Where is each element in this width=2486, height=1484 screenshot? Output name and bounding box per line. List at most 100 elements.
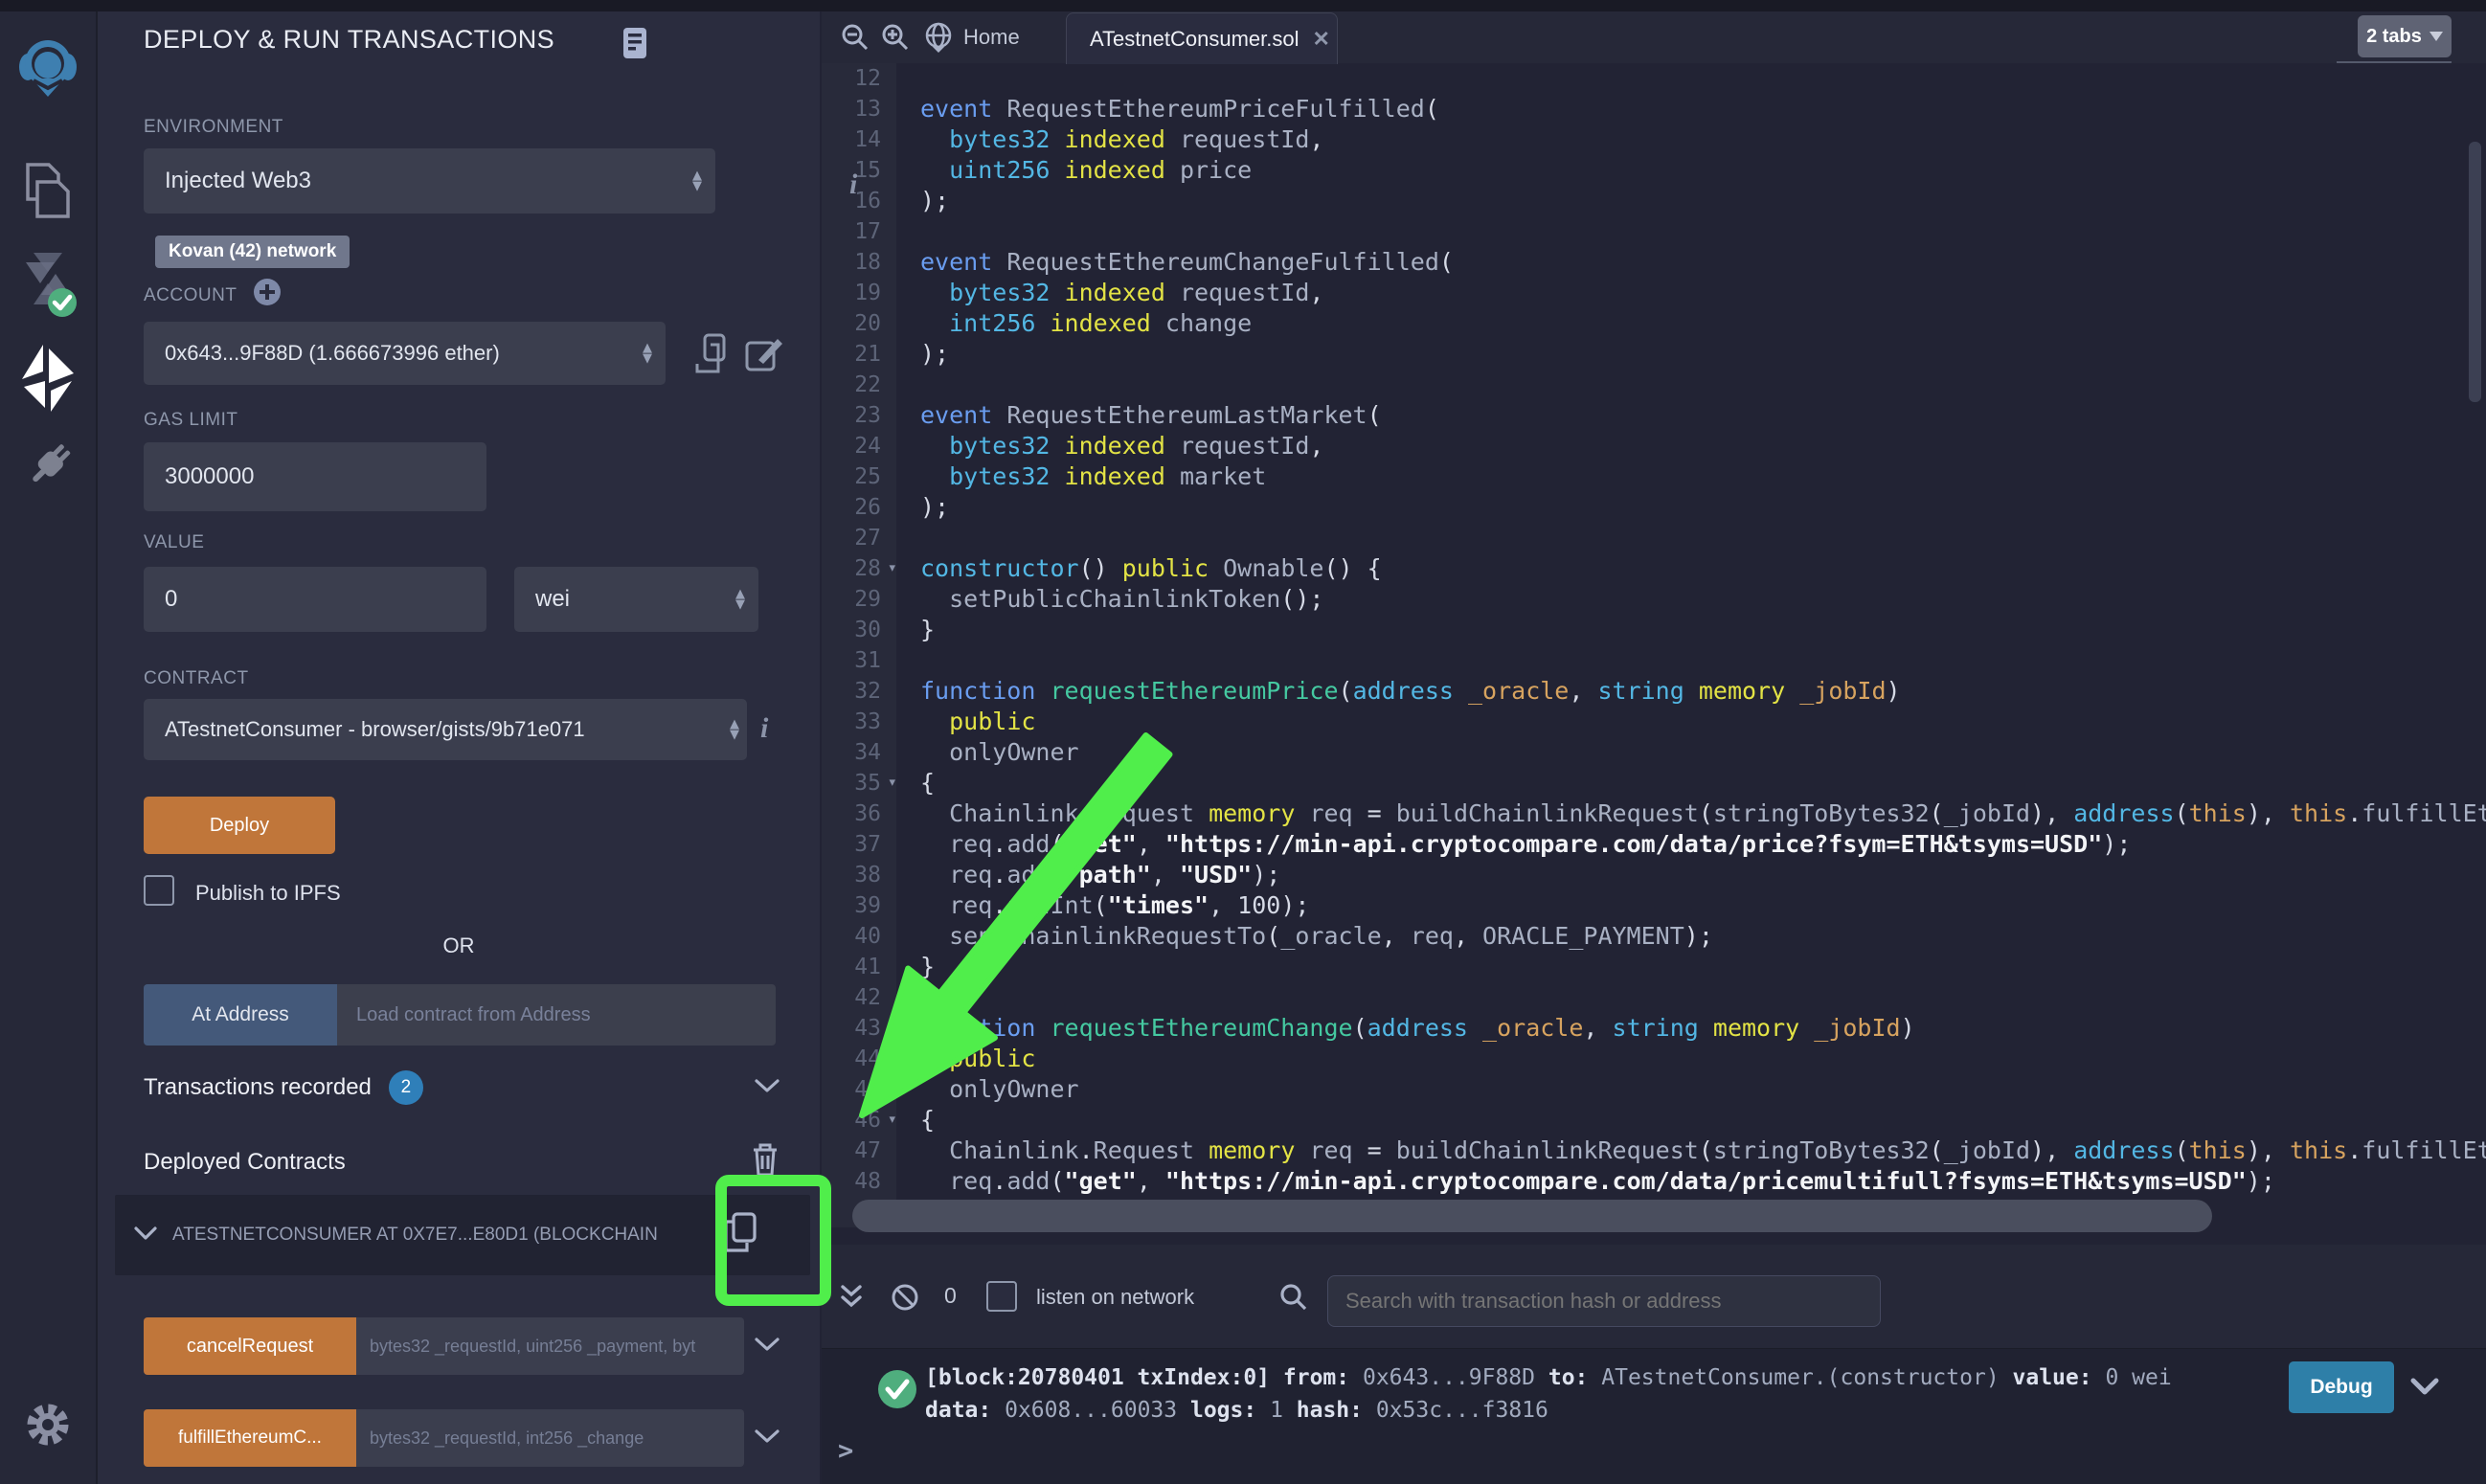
code-line[interactable]: 42 (822, 982, 2486, 1013)
deployed-contracts-label: Deployed Contracts (144, 1149, 346, 1176)
tab-atestnetconsumer[interactable]: ATestnetConsumer.sol ✕ (1066, 12, 1338, 64)
code-line[interactable]: 47 Chainlink.Request memory req = buildC… (822, 1135, 2486, 1166)
code-line[interactable]: 39 req.addInt("times", 100); (822, 890, 2486, 921)
expand-log-chevron-icon[interactable] (2409, 1377, 2440, 1401)
contract-info-icon[interactable]: i (760, 712, 768, 745)
trash-icon[interactable] (750, 1141, 780, 1182)
file-explorer-icon[interactable] (0, 161, 96, 220)
code-line[interactable]: 30} (822, 615, 2486, 645)
value-unit: wei (514, 586, 570, 613)
code-line[interactable]: 32function requestEthereumPrice(address … (822, 676, 2486, 707)
tabs-count-dropdown[interactable]: 2 tabs (2358, 15, 2452, 57)
deploy-button[interactable]: Deploy (144, 797, 335, 854)
transactions-recorded-label: Transactions recorded (144, 1074, 372, 1101)
code-line[interactable]: 12 (822, 63, 2486, 94)
tabs-count-label: 2 tabs (2366, 26, 2422, 48)
code-lines[interactable]: 1213event RequestEthereumPriceFulfilled(… (822, 63, 2486, 1247)
listen-network-checkbox[interactable] (986, 1281, 1017, 1312)
tab-home[interactable]: Home (963, 11, 1020, 63)
select-arrows-icon: ▲▼ (643, 343, 652, 364)
fulfill-ethereum-change-args-input[interactable]: bytes32 _requestId, int256 _change (356, 1409, 744, 1467)
value-unit-select[interactable]: wei ▲▼ (514, 567, 758, 632)
solidity-compiler-icon[interactable] (0, 251, 96, 327)
transactions-recorded-row[interactable]: Transactions recorded 2 (144, 1070, 780, 1105)
value-input[interactable] (144, 567, 486, 632)
horizontal-scrollbar[interactable] (852, 1200, 2212, 1232)
at-address-input[interactable] (337, 984, 776, 1046)
deploy-run-icon[interactable] (0, 345, 96, 414)
code-line[interactable]: 43function requestEthereumChange(address… (822, 1013, 2486, 1044)
terminal-search-input[interactable] (1327, 1275, 1881, 1327)
transactions-count-badge: 2 (389, 1070, 423, 1105)
code-line[interactable]: 18event RequestEthereumChangeFulfilled( (822, 247, 2486, 278)
code-line[interactable]: 21); (822, 339, 2486, 370)
code-line[interactable]: 14 bytes32 indexed requestId, (822, 124, 2486, 155)
cancel-request-args-input[interactable]: bytes32 _requestId, uint256 _payment, by… (356, 1317, 744, 1375)
clear-console-icon[interactable] (891, 1283, 919, 1316)
gas-limit-input[interactable] (144, 442, 486, 511)
at-address-button[interactable]: At Address (144, 984, 337, 1046)
chevron-down-icon[interactable] (134, 1225, 157, 1246)
add-account-icon[interactable] (253, 278, 282, 311)
terminal-prompt[interactable]: > (838, 1436, 853, 1466)
search-icon (1279, 1283, 1308, 1316)
vertical-scrollbar[interactable] (2469, 142, 2481, 402)
copy-contract-address-icon[interactable] (720, 1210, 760, 1261)
code-line[interactable]: 40 sendChainlinkRequestTo(_oracle, req, … (822, 921, 2486, 952)
code-line[interactable]: 29 setPublicChainlinkToken(); (822, 584, 2486, 615)
code-line[interactable]: 41} (822, 952, 2486, 982)
code-line[interactable]: 46▾{ (822, 1105, 2486, 1135)
code-line[interactable]: 36 Chainlink.Request memory req = buildC… (822, 798, 2486, 829)
home-tab-icon[interactable] (923, 22, 954, 57)
chevron-down-icon[interactable] (754, 1077, 780, 1099)
copy-account-icon[interactable] (693, 333, 730, 378)
code-line[interactable]: 17 (822, 216, 2486, 247)
code-line[interactable]: 22 (822, 370, 2486, 400)
deploy-run-panel: DEPLOY & RUN TRANSACTIONS ENVIRONMENT In… (98, 0, 820, 1484)
code-line[interactable]: 15 uint256 indexed price (822, 155, 2486, 186)
tx-success-icon (877, 1369, 917, 1414)
remix-ide-window: DEPLOY & RUN TRANSACTIONS ENVIRONMENT In… (0, 0, 2486, 1484)
code-line[interactable]: 23event RequestEthereumLastMarket( (822, 400, 2486, 431)
deployed-contract-item[interactable]: ATESTNETCONSUMER AT 0X7E7...E80D1 (BLOCK… (115, 1195, 810, 1275)
debug-button[interactable]: Debug (2289, 1361, 2394, 1413)
settings-gear-icon[interactable] (0, 1400, 96, 1450)
listen-network-label: listen on network (1036, 1285, 1194, 1310)
code-line[interactable]: 19 bytes32 indexed requestId, (822, 278, 2486, 308)
environment-select[interactable]: Injected Web3 ▲▼ (144, 148, 715, 214)
code-line[interactable]: 34 onlyOwner (822, 737, 2486, 768)
code-line[interactable]: 48 req.add("get", "https://min-api.crypt… (822, 1166, 2486, 1197)
code-line[interactable]: 26); (822, 492, 2486, 523)
chevron-down-icon[interactable] (754, 1428, 780, 1450)
code-line[interactable]: 37 req.add("get", "https://min-api.crypt… (822, 829, 2486, 860)
panel-doc-icon[interactable] (622, 27, 647, 64)
account-select[interactable]: 0x643...9F88D (1.666673996 ether) ▲▼ (144, 322, 666, 385)
tx-log-line1[interactable]: [block:20780401 txIndex:0] from: 0x643..… (925, 1365, 2172, 1390)
code-line[interactable]: 44 public (822, 1044, 2486, 1074)
code-line[interactable]: 25 bytes32 indexed market (822, 461, 2486, 492)
zoom-in-icon[interactable] (881, 23, 910, 56)
chevron-down-icon[interactable] (754, 1336, 780, 1358)
code-line[interactable]: 27 (822, 523, 2486, 553)
contract-select[interactable]: ATestnetConsumer - browser/gists/9b71e07… (144, 699, 747, 760)
edit-account-icon[interactable] (745, 335, 783, 378)
plugin-manager-icon[interactable] (0, 438, 96, 492)
code-line[interactable]: 33 public (822, 707, 2486, 737)
environment-info-icon[interactable]: i (849, 169, 857, 201)
code-line[interactable]: 20 int256 indexed change (822, 308, 2486, 339)
close-tab-icon[interactable]: ✕ (1312, 27, 1329, 52)
select-arrows-icon: ▲▼ (692, 170, 702, 191)
code-line[interactable]: 38 req.add("path", "USD"); (822, 860, 2486, 890)
code-line[interactable]: 13event RequestEthereumPriceFulfilled( (822, 94, 2486, 124)
code-line[interactable]: 31 (822, 645, 2486, 676)
code-line[interactable]: 35▾{ (822, 768, 2486, 798)
zoom-out-icon[interactable] (841, 23, 870, 56)
code-line[interactable]: 45 onlyOwner (822, 1074, 2486, 1105)
code-line[interactable]: 24 bytes32 indexed requestId, (822, 431, 2486, 461)
expand-terminal-icon[interactable] (839, 1283, 864, 1316)
fulfill-ethereum-change-button[interactable]: fulfillEthereumC... (144, 1409, 356, 1467)
cancel-request-button[interactable]: cancelRequest (144, 1317, 356, 1375)
code-line[interactable]: 28▾constructor() public Ownable() { (822, 553, 2486, 584)
publish-ipfs-checkbox[interactable] (144, 875, 174, 906)
code-line[interactable]: 16); (822, 186, 2486, 216)
